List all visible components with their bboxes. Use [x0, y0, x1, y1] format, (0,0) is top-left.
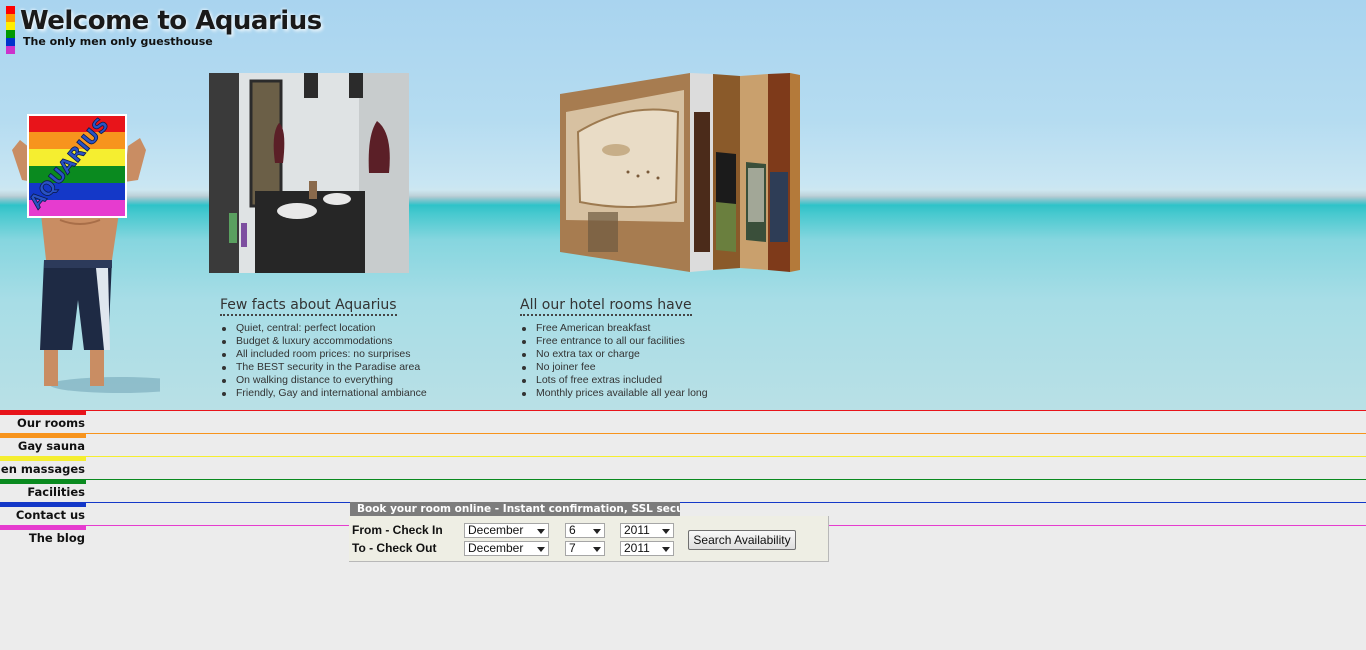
checkout-year-select[interactable]: 2011 [620, 541, 674, 556]
nav-divider [86, 410, 1366, 411]
nav-color-bar [0, 456, 86, 461]
hero-banner: Welcome to Aquarius The only men only gu… [0, 0, 1366, 410]
chevron-down-icon [662, 547, 670, 552]
checkout-day-select[interactable]: 7 [565, 541, 605, 556]
site-title[interactable]: Welcome to Aquarius [20, 6, 322, 36]
checkout-year-value: 2011 [624, 541, 650, 555]
nav-link-men-massages[interactable]: Men massages [0, 462, 85, 476]
stripe-blue [6, 38, 15, 46]
nav-divider [86, 479, 1366, 480]
checkin-year-value: 2011 [624, 523, 650, 537]
list-item: Lots of free extras included [522, 374, 708, 387]
nav-divider [86, 456, 1366, 457]
nav-color-bar [0, 410, 86, 415]
list-item: Budget & luxury accommodations [222, 335, 427, 348]
nav-color-bar [0, 525, 86, 530]
chevron-down-icon [537, 547, 545, 552]
nav-link-the-blog[interactable]: The blog [29, 531, 85, 545]
rainbow-logo-strip [6, 6, 15, 54]
bathroom-photo[interactable] [209, 73, 409, 273]
nav-item-gay-sauna: Gay sauna [0, 433, 1366, 456]
checkin-month-value: December [468, 523, 524, 537]
checkout-month-value: December [468, 541, 524, 555]
facts-section: Few facts about Aquarius Quiet, central:… [220, 294, 427, 401]
list-item: Free entrance to all our facilities [522, 335, 708, 348]
list-item: No joiner fee [522, 361, 708, 374]
chevron-down-icon [537, 529, 545, 534]
list-item: No extra tax or charge [522, 348, 708, 361]
rooms-list: Free American breakfast Free entrance to… [520, 322, 708, 401]
list-item: The BEST security in the Paradise area [222, 361, 427, 374]
list-item: Quiet, central: perfect location [222, 322, 427, 335]
site-subtitle: The only men only guesthouse [23, 35, 213, 48]
nav-item-our-rooms: Our rooms [0, 410, 1366, 433]
list-item: On walking distance to everything [222, 374, 427, 387]
checkout-month-select[interactable]: December [464, 541, 549, 556]
list-item: Free American breakfast [522, 322, 708, 335]
checkin-label: From - Check In [352, 523, 443, 537]
stripe-green [6, 30, 15, 38]
nav-link-contact-us[interactable]: Contact us [16, 508, 85, 522]
stripe-purple [6, 46, 15, 54]
checkin-day-value: 6 [569, 523, 576, 537]
facts-list: Quiet, central: perfect location Budget … [220, 322, 427, 401]
list-item: Monthly prices available all year long [522, 387, 708, 400]
checkin-year-select[interactable]: 2011 [620, 523, 674, 538]
nav-link-our-rooms[interactable]: Our rooms [17, 416, 85, 430]
nav-color-bar [0, 479, 86, 484]
nav-divider [86, 502, 1366, 503]
hotel-rooms-gallery[interactable] [558, 72, 803, 275]
rooms-heading: All our hotel rooms have [520, 297, 692, 316]
chevron-down-icon [593, 529, 601, 534]
stripe-yellow [6, 22, 15, 30]
chevron-down-icon [662, 529, 670, 534]
checkin-day-select[interactable]: 6 [565, 523, 605, 538]
nav-link-gay-sauna[interactable]: Gay sauna [18, 439, 85, 453]
checkout-day-value: 7 [569, 541, 576, 555]
checkout-label: To - Check Out [352, 541, 437, 555]
list-item: Friendly, Gay and international ambiance [222, 387, 427, 400]
nav-color-bar [0, 502, 86, 507]
search-availability-button[interactable]: Search Availability [688, 530, 796, 550]
booking-form: From - Check In To - Check Out December … [349, 516, 829, 562]
nav-link-facilities[interactable]: Facilities [27, 485, 85, 499]
mascot-image: AQUARIUS [12, 113, 160, 393]
stripe-orange [6, 14, 15, 22]
list-item: All included room prices: no surprises [222, 348, 427, 361]
booking-title: Book your room online - Instant confirma… [350, 502, 680, 516]
nav-color-bar [0, 433, 86, 438]
rooms-section: All our hotel rooms have Free American b… [520, 294, 708, 401]
nav-divider [86, 433, 1366, 434]
checkin-month-select[interactable]: December [464, 523, 549, 538]
facts-heading: Few facts about Aquarius [220, 297, 397, 316]
chevron-down-icon [593, 547, 601, 552]
nav-item-facilities: Facilities [0, 479, 1366, 502]
nav-item-men-massages: Men massages [0, 456, 1366, 479]
stripe-red [6, 6, 15, 14]
